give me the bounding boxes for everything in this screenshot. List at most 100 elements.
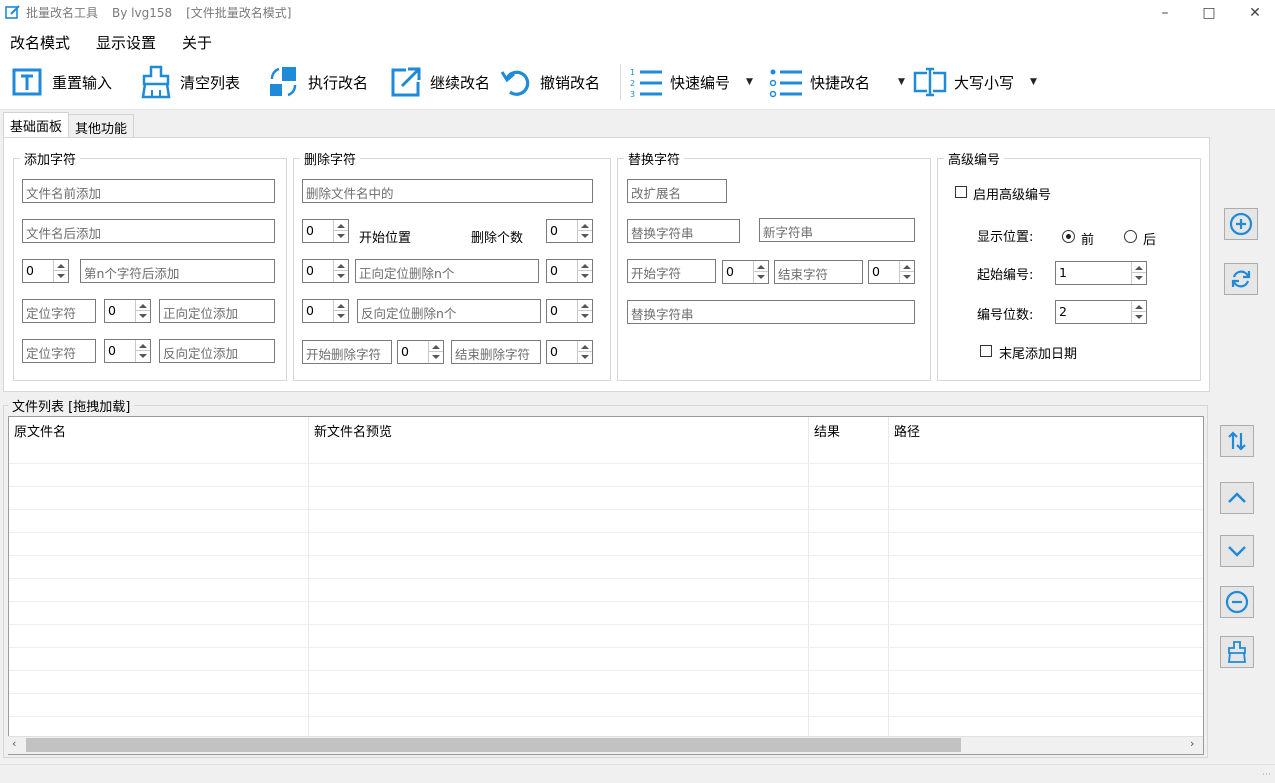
enable-advanced-numbering-checkbox[interactable] bbox=[955, 186, 967, 198]
locate-char-input-2[interactable]: 定位字符 bbox=[22, 339, 96, 363]
replace-start-char-input[interactable]: 开始字符 bbox=[627, 259, 716, 283]
forward-locate-add-input[interactable]: 正向定位添加 bbox=[159, 299, 275, 323]
delete-in-name-input[interactable]: 删除文件名中的 bbox=[302, 179, 593, 203]
move-down-button[interactable] bbox=[1220, 535, 1254, 567]
replace-new-string-input[interactable]: 新字符串 bbox=[759, 218, 915, 242]
replace-old-string-input[interactable]: 替换字符串 bbox=[627, 219, 740, 243]
forward-delete-position-stepper[interactable]: 0 bbox=[302, 259, 349, 283]
column-path[interactable]: 路径 bbox=[889, 417, 925, 444]
change-extension-input[interactable]: 改扩展名 bbox=[627, 179, 727, 203]
status-bar bbox=[0, 764, 1275, 783]
scrollbar-thumb[interactable] bbox=[26, 738, 961, 752]
end-delete-char-input[interactable]: 结束删除字符 bbox=[451, 340, 541, 364]
reverse-locate-delete-input[interactable]: 反向定位删除n个 bbox=[357, 299, 541, 323]
replace-start-stepper[interactable]: 0 bbox=[722, 260, 769, 284]
replace-end-stepper[interactable]: 0 bbox=[868, 260, 915, 284]
number-digits-label: 编号位数: bbox=[977, 308, 1034, 323]
tab-basic-panel[interactable]: 基础面板 bbox=[3, 112, 70, 139]
clear-list-button[interactable]: 清空列表 bbox=[138, 64, 240, 100]
svg-text:3: 3 bbox=[630, 90, 635, 99]
continue-rename-button[interactable]: 继续改名 bbox=[388, 64, 490, 100]
start-delete-char-stepper[interactable]: 0 bbox=[397, 340, 444, 364]
locate-offset-stepper-1[interactable]: 0 bbox=[104, 299, 151, 323]
clear-list-label: 清空列表 bbox=[180, 73, 241, 92]
column-original-name[interactable]: 原文件名 bbox=[9, 417, 71, 444]
quick-rename-dropdown-icon[interactable]: ▼ bbox=[898, 77, 905, 87]
case-button[interactable]: 大写小写 ▼ bbox=[912, 64, 1037, 100]
execute-rename-button[interactable]: 执行改名 bbox=[266, 64, 368, 100]
locate-char-input-1[interactable]: 定位字符 bbox=[22, 299, 96, 323]
menu-about[interactable]: 关于 bbox=[182, 32, 212, 53]
column-new-name-preview[interactable]: 新文件名预览 bbox=[309, 417, 397, 444]
suffix-input[interactable]: 文件名后添加 bbox=[22, 219, 275, 243]
replace-end-char-input[interactable]: 结束字符 bbox=[774, 260, 863, 284]
refresh-icon bbox=[1231, 270, 1251, 288]
numbered-list-icon: 1 2 3 bbox=[630, 68, 662, 99]
enable-advanced-numbering-label: 启用高级编号 bbox=[973, 188, 1052, 203]
locate-offset-stepper-2[interactable]: 0 bbox=[104, 339, 151, 363]
chevron-up-icon bbox=[1228, 492, 1246, 503]
delete-count-label: 删除个数 bbox=[471, 231, 524, 246]
file-list-title: 文件列表 [拖拽加载] bbox=[12, 400, 131, 415]
reset-input-button[interactable]: 重置输入 bbox=[10, 64, 112, 100]
start-number-stepper[interactable]: 1 bbox=[1055, 261, 1147, 285]
replace-string-input-2[interactable]: 替换字符串 bbox=[627, 300, 915, 324]
position-front-label: 前 bbox=[1081, 233, 1095, 248]
column-result[interactable]: 结果 bbox=[809, 417, 845, 444]
delete-start-stepper[interactable]: 0 bbox=[302, 219, 349, 243]
move-up-button[interactable] bbox=[1220, 482, 1254, 514]
prefix-input[interactable]: 文件名前添加 bbox=[22, 179, 275, 203]
table-row bbox=[9, 693, 1203, 694]
forward-locate-delete-input[interactable]: 正向定位删除n个 bbox=[355, 259, 539, 283]
append-date-checkbox[interactable] bbox=[980, 345, 992, 357]
nth-position-value: 0 bbox=[26, 263, 34, 278]
quick-number-dropdown-icon[interactable]: ▼ bbox=[746, 77, 753, 87]
menu-display-settings[interactable]: 显示设置 bbox=[96, 32, 156, 53]
table-row bbox=[9, 716, 1203, 717]
minus-circle-icon bbox=[1225, 590, 1249, 614]
quick-number-label: 快速编号 bbox=[670, 73, 731, 92]
scroll-right-icon[interactable]: › bbox=[1190, 737, 1194, 750]
reverse-delete-count-stepper[interactable]: 0 bbox=[546, 299, 593, 323]
quick-number-button[interactable]: 1 2 3 快速编号 ▼ bbox=[628, 64, 753, 100]
close-button[interactable]: ✕ bbox=[1232, 0, 1275, 26]
delete-count-stepper[interactable]: 0 bbox=[546, 219, 593, 243]
number-digits-stepper[interactable]: 2 bbox=[1055, 300, 1147, 324]
quick-rename-label: 快捷改名 bbox=[810, 73, 871, 92]
resize-grip-icon[interactable]: ⋯ bbox=[1262, 770, 1271, 780]
position-back-radio[interactable] bbox=[1124, 230, 1137, 243]
reverse-delete-position-stepper[interactable]: 0 bbox=[302, 299, 349, 323]
file-list-table[interactable]: 原文件名 新文件名预览 结果 路径 bbox=[8, 416, 1204, 755]
menu-rename-mode[interactable]: 改名模式 bbox=[10, 32, 70, 53]
table-row bbox=[9, 578, 1203, 579]
add-files-button[interactable] bbox=[1224, 208, 1258, 240]
app-name: 批量改名工具 bbox=[26, 6, 99, 20]
remove-item-button[interactable] bbox=[1220, 586, 1254, 618]
nth-add-input[interactable]: 第n个字符后添加 bbox=[80, 259, 275, 283]
quick-rename-button[interactable]: 快捷改名 ▼ bbox=[768, 64, 905, 100]
replace-end-value: 0 bbox=[872, 264, 880, 279]
locate-offset-value-1: 0 bbox=[108, 303, 116, 318]
forward-delete-count-stepper[interactable]: 0 bbox=[546, 259, 593, 283]
case-dropdown-icon[interactable]: ▼ bbox=[1030, 77, 1037, 87]
minimize-button[interactable]: – bbox=[1142, 0, 1188, 26]
table-row bbox=[9, 509, 1203, 510]
undo-rename-button[interactable]: 撤销改名 bbox=[498, 64, 600, 100]
tab-other-functions[interactable]: 其他功能 bbox=[68, 114, 135, 138]
position-front-radio[interactable] bbox=[1062, 230, 1075, 243]
scroll-left-icon[interactable]: ‹ bbox=[12, 737, 16, 750]
clear-items-button[interactable] bbox=[1220, 636, 1254, 668]
refresh-button[interactable] bbox=[1224, 263, 1258, 295]
column-divider bbox=[888, 417, 889, 737]
end-delete-char-stepper[interactable]: 0 bbox=[546, 340, 593, 364]
start-number-label: 起始编号: bbox=[977, 268, 1034, 283]
start-delete-char-input[interactable]: 开始删除字符 bbox=[302, 340, 392, 364]
sort-button[interactable] bbox=[1220, 425, 1254, 457]
reverse-locate-add-input[interactable]: 反向定位添加 bbox=[159, 339, 275, 363]
window-title: 批量改名工具 By lvg158 [文件批量改名模式] bbox=[26, 4, 306, 21]
maximize-button[interactable]: □ bbox=[1186, 0, 1232, 26]
nth-position-stepper[interactable]: 0 bbox=[22, 259, 69, 283]
share-out-icon bbox=[391, 67, 421, 97]
table-row bbox=[9, 463, 1203, 464]
app-mode: [文件批量改名模式] bbox=[186, 6, 292, 20]
